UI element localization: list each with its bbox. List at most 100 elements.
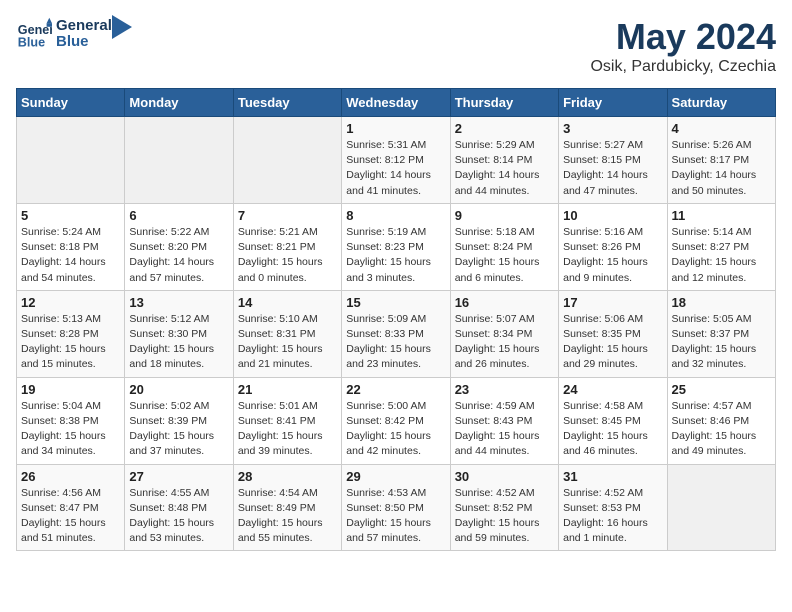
table-row: 30Sunrise: 4:52 AMSunset: 8:52 PMDayligh… <box>450 464 558 551</box>
day-number: 26 <box>21 469 120 484</box>
day-number: 7 <box>238 208 337 223</box>
day-number: 20 <box>129 382 228 397</box>
day-info: Sunrise: 5:21 AMSunset: 8:21 PMDaylight:… <box>238 225 337 286</box>
day-info: Sunrise: 5:27 AMSunset: 8:15 PMDaylight:… <box>563 138 662 199</box>
day-info: Sunrise: 5:07 AMSunset: 8:34 PMDaylight:… <box>455 312 554 373</box>
table-row: 1 Sunrise: 5:31 AMSunset: 8:12 PMDaylight… <box>342 117 450 204</box>
day-number: 3 <box>563 121 662 136</box>
day-number: 5 <box>21 208 120 223</box>
logo: General Blue General Blue <box>16 16 132 52</box>
day-info: Sunrise: 5:24 AMSunset: 8:18 PMDaylight:… <box>21 225 120 286</box>
table-row: 15 Sunrise: 5:09 AMSunset: 8:33 PMDayligh… <box>342 290 450 377</box>
day-info: Sunrise: 4:52 AMSunset: 8:52 PMDaylight:… <box>455 486 554 547</box>
day-number: 23 <box>455 382 554 397</box>
day-info: Sunrise: 5:14 AMSunset: 8:27 PMDaylight:… <box>672 225 771 286</box>
table-row: 23 Sunrise: 4:59 AMSunset: 8:43 PMDayligh… <box>450 377 558 464</box>
table-row: 6 Sunrise: 5:22 AMSunset: 8:20 PMDaylight… <box>125 203 233 290</box>
day-number: 18 <box>672 295 771 310</box>
day-info: Sunrise: 5:04 AMSunset: 8:38 PMDaylight:… <box>21 399 120 460</box>
day-info: Sunrise: 4:55 AMSunset: 8:48 PMDaylight:… <box>129 486 228 547</box>
day-info: Sunrise: 5:05 AMSunset: 8:37 PMDaylight:… <box>672 312 771 373</box>
day-number: 14 <box>238 295 337 310</box>
calendar-subtitle: Osik, Pardubicky, Czechia <box>590 58 776 76</box>
table-row <box>233 117 341 204</box>
header-wednesday: Wednesday <box>342 89 450 117</box>
day-info: Sunrise: 5:12 AMSunset: 8:30 PMDaylight:… <box>129 312 228 373</box>
table-row: 28 Sunrise: 4:54 AMSunset: 8:49 PMDayligh… <box>233 464 341 551</box>
day-number: 21 <box>238 382 337 397</box>
day-number: 10 <box>563 208 662 223</box>
calendar-body: 1 Sunrise: 5:31 AMSunset: 8:12 PMDaylight… <box>17 117 776 551</box>
day-number: 24 <box>563 382 662 397</box>
table-row: 16 Sunrise: 5:07 AMSunset: 8:34 PMDayligh… <box>450 290 558 377</box>
day-info: Sunrise: 5:10 AMSunset: 8:31 PMDaylight:… <box>238 312 337 373</box>
day-info: Sunrise: 4:56 AMSunset: 8:47 PMDaylight:… <box>21 486 120 547</box>
table-row: 13Sunrise: 5:12 AMSunset: 8:30 PMDayligh… <box>125 290 233 377</box>
logo-icon: General Blue <box>16 16 52 52</box>
table-row: 29 Sunrise: 4:53 AMSunset: 8:50 PMDayligh… <box>342 464 450 551</box>
day-number: 15 <box>346 295 445 310</box>
day-info: Sunrise: 5:00 AMSunset: 8:42 PMDaylight:… <box>346 399 445 460</box>
table-row: 19 Sunrise: 5:04 AMSunset: 8:38 PMDayligh… <box>17 377 125 464</box>
day-info: Sunrise: 5:31 AMSunset: 8:12 PMDaylight:… <box>346 138 445 199</box>
day-number: 25 <box>672 382 771 397</box>
table-row: 22 Sunrise: 5:00 AMSunset: 8:42 PMDayligh… <box>342 377 450 464</box>
day-info: Sunrise: 5:19 AMSunset: 8:23 PMDaylight:… <box>346 225 445 286</box>
table-row: 24 Sunrise: 4:58 AMSunset: 8:45 PMDayligh… <box>559 377 667 464</box>
table-row: 17Sunrise: 5:06 AMSunset: 8:35 PMDayligh… <box>559 290 667 377</box>
day-number: 19 <box>21 382 120 397</box>
day-info: Sunrise: 4:54 AMSunset: 8:49 PMDaylight:… <box>238 486 337 547</box>
calendar-header: Sunday Monday Tuesday Wednesday Thursday… <box>17 89 776 117</box>
table-row: 10 Sunrise: 5:16 AMSunset: 8:26 PMDayligh… <box>559 203 667 290</box>
table-row <box>17 117 125 204</box>
table-row: 12Sunrise: 5:13 AMSunset: 8:28 PMDayligh… <box>17 290 125 377</box>
day-info: Sunrise: 5:29 AMSunset: 8:14 PMDaylight:… <box>455 138 554 199</box>
page-header: General Blue General Blue May 2024 Osik,… <box>16 16 776 76</box>
day-number: 27 <box>129 469 228 484</box>
logo-arrow-icon <box>112 15 132 45</box>
day-info: Sunrise: 5:18 AMSunset: 8:24 PMDaylight:… <box>455 225 554 286</box>
day-number: 29 <box>346 469 445 484</box>
day-info: Sunrise: 4:57 AMSunset: 8:46 PMDaylight:… <box>672 399 771 460</box>
header-friday: Friday <box>559 89 667 117</box>
calendar-title: May 2024 <box>590 16 776 58</box>
day-info: Sunrise: 4:58 AMSunset: 8:45 PMDaylight:… <box>563 399 662 460</box>
table-row: 21 Sunrise: 5:01 AMSunset: 8:41 PMDayligh… <box>233 377 341 464</box>
day-info: Sunrise: 4:52 AMSunset: 8:53 PMDaylight:… <box>563 486 662 547</box>
day-info: Sunrise: 5:16 AMSunset: 8:26 PMDaylight:… <box>563 225 662 286</box>
table-row: 20 Sunrise: 5:02 AMSunset: 8:39 PMDayligh… <box>125 377 233 464</box>
table-row: 26 Sunrise: 4:56 AMSunset: 8:47 PMDayligh… <box>17 464 125 551</box>
table-row: 14 Sunrise: 5:10 AMSunset: 8:31 PMDayligh… <box>233 290 341 377</box>
table-row: 8 Sunrise: 5:19 AMSunset: 8:23 PMDaylight… <box>342 203 450 290</box>
day-number: 28 <box>238 469 337 484</box>
day-number: 6 <box>129 208 228 223</box>
header-tuesday: Tuesday <box>233 89 341 117</box>
day-number: 9 <box>455 208 554 223</box>
logo-blue: Blue <box>56 34 112 51</box>
logo-general: General <box>56 18 112 35</box>
day-info: Sunrise: 5:02 AMSunset: 8:39 PMDaylight:… <box>129 399 228 460</box>
day-number: 17 <box>563 295 662 310</box>
header-sunday: Sunday <box>17 89 125 117</box>
table-row: 7 Sunrise: 5:21 AMSunset: 8:21 PMDaylight… <box>233 203 341 290</box>
table-row: 4 Sunrise: 5:26 AMSunset: 8:17 PMDaylight… <box>667 117 775 204</box>
table-row: 31 Sunrise: 4:52 AMSunset: 8:53 PMDayligh… <box>559 464 667 551</box>
day-info: Sunrise: 5:26 AMSunset: 8:17 PMDaylight:… <box>672 138 771 199</box>
table-row <box>125 117 233 204</box>
day-info: Sunrise: 4:59 AMSunset: 8:43 PMDaylight:… <box>455 399 554 460</box>
day-info: Sunrise: 4:53 AMSunset: 8:50 PMDaylight:… <box>346 486 445 547</box>
day-info: Sunrise: 5:01 AMSunset: 8:41 PMDaylight:… <box>238 399 337 460</box>
day-info: Sunrise: 5:22 AMSunset: 8:20 PMDaylight:… <box>129 225 228 286</box>
day-number: 8 <box>346 208 445 223</box>
day-number: 22 <box>346 382 445 397</box>
day-number: 16 <box>455 295 554 310</box>
table-row: 18 Sunrise: 5:05 AMSunset: 8:37 PMDayligh… <box>667 290 775 377</box>
table-row: 11Sunrise: 5:14 AMSunset: 8:27 PMDayligh… <box>667 203 775 290</box>
day-info: Sunrise: 5:09 AMSunset: 8:33 PMDaylight:… <box>346 312 445 373</box>
day-number: 1 <box>346 121 445 136</box>
day-number: 4 <box>672 121 771 136</box>
table-row <box>667 464 775 551</box>
day-number: 31 <box>563 469 662 484</box>
day-number: 12 <box>21 295 120 310</box>
svg-text:Blue: Blue <box>18 36 45 50</box>
